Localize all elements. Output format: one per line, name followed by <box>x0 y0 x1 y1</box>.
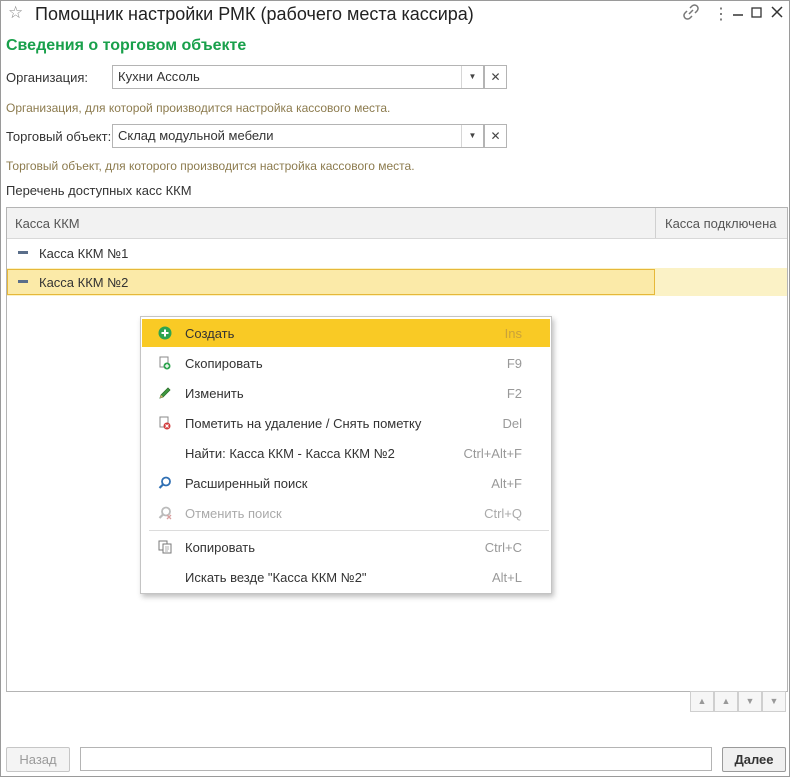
row-name: Касса ККМ №1 <box>39 246 129 261</box>
column-divider <box>655 208 656 238</box>
trade-object-value: Склад модульной мебели <box>118 128 274 143</box>
cancel-search-icon <box>158 506 172 520</box>
row-marker-icon <box>18 280 28 283</box>
menu-item-shortcut: Ctrl+Alt+F <box>463 446 522 461</box>
delete-mark-icon <box>158 416 172 430</box>
menu-item-label: Копировать <box>185 540 255 555</box>
menu-item-copy[interactable]: Копировать Ctrl+C <box>142 533 550 561</box>
clear-trade-object-icon[interactable]: ✕ <box>484 124 507 148</box>
pencil-icon <box>158 386 172 400</box>
column-header-connected[interactable]: Касса подключена <box>665 216 777 231</box>
scroll-top-icon[interactable]: ▲ <box>690 691 714 712</box>
menu-item-edit[interactable]: Изменить F2 <box>142 379 550 407</box>
footer-input[interactable] <box>80 747 712 771</box>
next-button[interactable]: Далее <box>722 747 786 772</box>
clear-organization-icon[interactable]: ✕ <box>484 65 507 89</box>
menu-item-copy-object[interactable]: Скопировать F9 <box>142 349 550 377</box>
column-header-register[interactable]: Касса ККМ <box>15 216 80 231</box>
menu-separator <box>149 530 549 531</box>
menu-item-shortcut: Alt+L <box>492 570 522 585</box>
menu-item-label: Отменить поиск <box>185 506 282 521</box>
menu-item-find[interactable]: Найти: Касса ККМ - Касса ККМ №2 Ctrl+Alt… <box>142 439 550 467</box>
link-icon[interactable] <box>683 4 699 24</box>
window-title: Помощник настройки РМК (рабочего места к… <box>35 4 474 24</box>
menu-item-label: Создать <box>185 326 235 341</box>
menu-item-shortcut: F2 <box>506 386 522 401</box>
chevron-down-icon[interactable]: ▼ <box>461 66 483 88</box>
organization-label: Организация: <box>6 70 89 85</box>
table-header: Касса ККМ Касса подключена <box>7 208 787 239</box>
menu-item-advanced-search[interactable]: Расширенный поиск Alt+F <box>142 469 550 497</box>
menu-item-label: Скопировать <box>185 356 263 371</box>
organization-hint: Организация, для которой производится на… <box>6 101 391 115</box>
menu-item-label: Изменить <box>185 386 244 401</box>
context-menu: Создать Ins Скопировать F9 Изменить F2 П… <box>140 316 552 594</box>
row-name: Касса ККМ №2 <box>39 275 129 290</box>
back-button[interactable]: Назад <box>6 747 70 772</box>
scroll-down-icon[interactable]: ▼ <box>738 691 762 712</box>
menu-item-label: Расширенный поиск <box>185 476 308 491</box>
chevron-down-icon[interactable]: ▼ <box>461 125 483 147</box>
scroll-bottom-icon[interactable]: ▼ <box>762 691 786 712</box>
scroll-up-icon[interactable]: ▲ <box>714 691 738 712</box>
menu-item-label: Искать везде "Касса ККМ №2" <box>185 570 367 585</box>
copy-doc-icon <box>158 356 172 370</box>
menu-item-shortcut: Ctrl+C <box>484 540 522 555</box>
favorite-star-icon[interactable]: ☆ <box>8 3 23 23</box>
menu-item-label: Найти: Касса ККМ - Касса ККМ №2 <box>185 446 395 461</box>
organization-value: Кухни Ассоль <box>118 69 200 84</box>
list-title: Перечень доступных касс ККМ <box>6 183 192 198</box>
minimize-icon[interactable] <box>731 4 745 24</box>
menu-item-shortcut: Del <box>502 416 522 431</box>
search-icon <box>158 476 172 490</box>
plus-circle-icon <box>158 326 172 340</box>
trade-object-label: Торговый объект: <box>6 129 112 144</box>
menu-item-create[interactable]: Создать Ins <box>142 319 550 347</box>
trade-object-field[interactable]: Склад модульной мебели ▼ <box>112 124 484 148</box>
section-title: Сведения о торговом объекте <box>6 37 247 54</box>
organization-field[interactable]: Кухни Ассоль ▼ <box>112 65 484 89</box>
menu-item-shortcut: F9 <box>506 356 522 371</box>
menu-item-shortcut: Ins <box>504 326 522 341</box>
maximize-icon[interactable] <box>750 4 764 24</box>
more-actions-icon[interactable]: ⋮ <box>713 4 729 24</box>
menu-item-mark-delete[interactable]: Пометить на удаление / Снять пометку Del <box>142 409 550 437</box>
title-bar: ☆ Помощник настройки РМК (рабочего места… <box>1 1 789 27</box>
table-navigation: ▲ ▲ ▼ ▼ <box>690 691 786 712</box>
assistant-window: ☆ Помощник настройки РМК (рабочего места… <box>0 0 790 777</box>
menu-item-shortcut: Ctrl+Q <box>484 506 522 521</box>
menu-item-search-everywhere[interactable]: Искать везде "Касса ККМ №2" Alt+L <box>142 563 550 591</box>
menu-item-cancel-search: Отменить поиск Ctrl+Q <box>142 499 550 527</box>
menu-item-label: Пометить на удаление / Снять пометку <box>185 416 422 431</box>
table-row-selected[interactable]: Касса ККМ №2 <box>7 268 787 296</box>
table-row[interactable]: Касса ККМ №1 <box>7 239 787 267</box>
clipboard-icon <box>158 540 172 554</box>
trade-object-hint: Торговый объект, для которого производит… <box>6 159 415 173</box>
row-marker-icon <box>18 251 28 254</box>
close-icon[interactable] <box>770 4 784 24</box>
menu-item-shortcut: Alt+F <box>491 476 522 491</box>
